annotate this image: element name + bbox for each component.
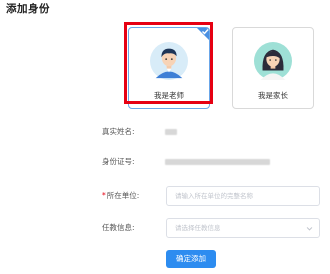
subject-row: 任教信息: 请选择任教信息 xyxy=(0,218,330,238)
teacher-avatar-icon xyxy=(150,42,188,80)
unit-label: *所在单位: xyxy=(102,191,140,200)
role-card-parent[interactable]: 我是家长 xyxy=(232,27,314,109)
real-name-value-masked xyxy=(165,129,177,135)
unit-input[interactable] xyxy=(166,186,320,206)
subject-select-placeholder: 请选择任教信息 xyxy=(175,224,221,232)
subject-select[interactable]: 请选择任教信息 xyxy=(166,218,320,238)
chevron-down-icon xyxy=(306,227,313,231)
id-number-row: 身份证号: xyxy=(0,152,330,172)
submit-button[interactable]: 确定添加 xyxy=(166,250,216,268)
real-name-label: 真实姓名: xyxy=(102,127,135,136)
role-label-parent: 我是家长 xyxy=(258,91,288,100)
role-label-teacher: 我是老师 xyxy=(154,91,184,100)
page-title: 添加身份 xyxy=(6,3,50,15)
parent-avatar-icon xyxy=(254,42,292,80)
real-name-row: 真实姓名: xyxy=(0,122,330,142)
subject-label: 任教信息: xyxy=(102,223,135,232)
role-card-teacher[interactable]: 我是老师 xyxy=(128,27,210,109)
required-mark: * xyxy=(102,191,106,200)
id-number-label: 身份证号: xyxy=(102,157,135,166)
id-number-value-masked xyxy=(165,159,270,165)
unit-row: *所在单位: xyxy=(0,186,330,206)
check-icon xyxy=(197,28,209,40)
